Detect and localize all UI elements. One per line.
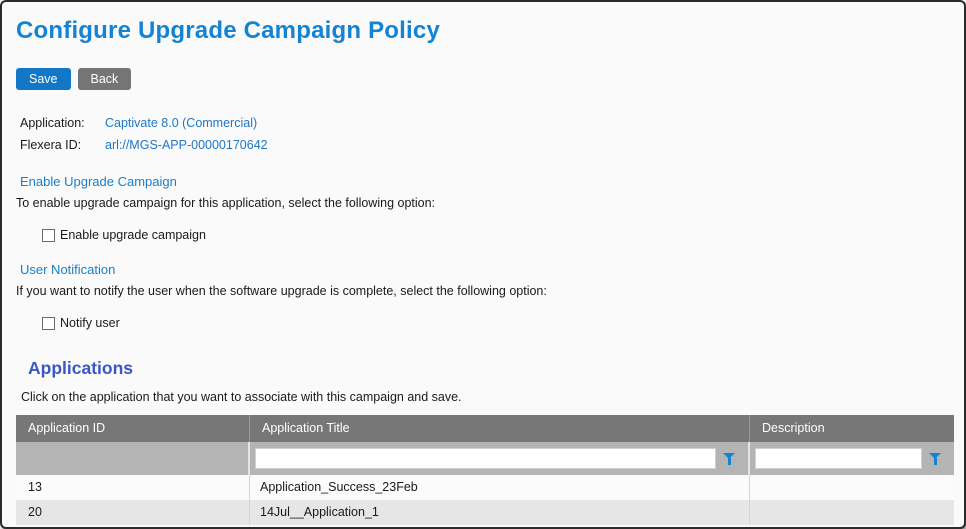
applications-table-filter-row <box>16 442 954 475</box>
description-filter-input[interactable] <box>755 448 922 469</box>
cell-application-title[interactable]: 14Jul__Application_1 <box>250 500 750 525</box>
application-info-row: Application: Captivate 8.0 (Commercial) <box>20 115 952 130</box>
filter-cell-application-id <box>16 442 250 475</box>
application-link[interactable]: Captivate 8.0 (Commercial) <box>105 116 257 130</box>
application-label: Application: <box>20 116 105 130</box>
flexera-id-info-row: Flexera ID: arl://MGS-APP-00000170642 <box>20 137 952 152</box>
notify-user-checkbox-row: Notify user <box>42 315 952 331</box>
user-notification-section: User Notification If you want to notify … <box>16 262 952 331</box>
filter-cell-description <box>750 442 954 475</box>
enable-upgrade-campaign-checkbox-label: Enable upgrade campaign <box>60 228 206 242</box>
save-button[interactable]: Save <box>16 68 71 90</box>
page-title: Configure Upgrade Campaign Policy <box>16 17 952 45</box>
applications-table-header: Application ID Application Title Descrip… <box>16 415 954 442</box>
filter-funnel-icon <box>723 452 737 466</box>
column-header-application-id[interactable]: Application ID <box>16 415 250 442</box>
user-notification-description: If you want to notify the user when the … <box>16 284 952 298</box>
application-title-filter-button[interactable] <box>716 448 742 469</box>
enable-upgrade-campaign-description: To enable upgrade campaign for this appl… <box>16 196 952 210</box>
notify-user-checkbox[interactable] <box>42 317 55 330</box>
flexera-id-link[interactable]: arl://MGS-APP-00000170642 <box>105 138 268 152</box>
column-header-description[interactable]: Description <box>750 415 954 442</box>
enable-upgrade-campaign-checkbox[interactable] <box>42 229 55 242</box>
application-info-block: Application: Captivate 8.0 (Commercial) … <box>20 115 952 152</box>
flexera-id-label: Flexera ID: <box>20 138 105 152</box>
applications-heading: Applications <box>28 358 952 379</box>
enable-upgrade-campaign-heading: Enable Upgrade Campaign <box>20 174 952 189</box>
notify-user-checkbox-label: Notify user <box>60 316 120 330</box>
cell-description[interactable] <box>750 475 954 500</box>
user-notification-heading: User Notification <box>20 262 952 277</box>
table-row-application-13[interactable]: 13 Application_Success_23Feb <box>16 475 954 500</box>
configure-upgrade-campaign-policy-window: Configure Upgrade Campaign Policy Save B… <box>0 0 966 529</box>
filter-funnel-icon <box>929 452 943 466</box>
cell-application-id[interactable]: 20 <box>16 500 250 525</box>
description-filter-button[interactable] <box>922 448 948 469</box>
table-row-application-20[interactable]: 20 14Jul__Application_1 <box>16 500 954 525</box>
page-content: Configure Upgrade Campaign Policy Save B… <box>2 2 964 525</box>
enable-upgrade-campaign-section: Enable Upgrade Campaign To enable upgrad… <box>16 174 952 243</box>
applications-description: Click on the application that you want t… <box>21 390 952 404</box>
toolbar: Save Back <box>16 68 952 90</box>
applications-table: Application ID Application Title Descrip… <box>16 415 954 525</box>
enable-upgrade-campaign-checkbox-row: Enable upgrade campaign <box>42 227 952 243</box>
applications-table-body: 13 Application_Success_23Feb 20 14Jul__A… <box>16 475 954 525</box>
cell-application-id[interactable]: 13 <box>16 475 250 500</box>
cell-description[interactable] <box>750 500 954 525</box>
cell-application-title[interactable]: Application_Success_23Feb <box>250 475 750 500</box>
column-header-application-title[interactable]: Application Title <box>250 415 750 442</box>
back-button[interactable]: Back <box>78 68 132 90</box>
filter-cell-application-title <box>250 442 750 475</box>
application-title-filter-input[interactable] <box>255 448 716 469</box>
